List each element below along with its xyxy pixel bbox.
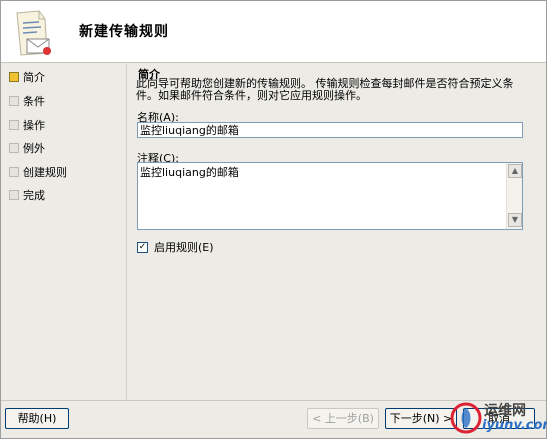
sidebar-item-label: 创建规则 xyxy=(23,166,67,179)
wizard-title: 新建传输规则 xyxy=(79,24,169,40)
sidebar-item-actions[interactable]: 操作 xyxy=(9,117,45,133)
step-marker xyxy=(9,167,19,177)
comment-box: 监控liuqiang的邮箱 ▲ ▼ xyxy=(137,162,523,230)
scroll-down-icon[interactable]: ▼ xyxy=(508,213,522,227)
wizard-steps-sidebar: 简介 条件 操作 例外 创建规则 完成 xyxy=(1,64,127,400)
new-transport-rule-wizard: 新建传输规则 简介 条件 操作 例外 创建规则 完成 简介 此向导可帮助您创建新 xyxy=(0,0,547,439)
site-watermark: 运维网 iyunv.com xyxy=(448,398,547,438)
mail-rule-icon xyxy=(16,10,51,56)
wizard-header: 新建传输规则 xyxy=(1,1,546,63)
sidebar-item-finish[interactable]: 完成 xyxy=(9,187,45,203)
sidebar-item-label: 条件 xyxy=(23,95,45,108)
rule-name-input[interactable] xyxy=(137,122,523,138)
sidebar-item-label: 例外 xyxy=(23,142,45,155)
next-button[interactable]: 下一步(N) > xyxy=(385,408,457,429)
sidebar-item-create-rule[interactable]: 创建规则 xyxy=(9,164,67,180)
enable-rule-row: ✓ 启用规则(E) xyxy=(137,239,214,255)
step-marker xyxy=(9,190,19,200)
watermark-url: iyunv.com xyxy=(482,418,547,433)
enable-rule-checkbox[interactable]: ✓ xyxy=(137,241,148,253)
sidebar-item-exceptions[interactable]: 例外 xyxy=(9,140,45,156)
step-marker xyxy=(9,120,19,130)
watermark-logo-icon xyxy=(450,402,482,434)
intro-description: 此向导可帮助您创建新的传输规则。 传输规则检查每封邮件是否符合预定义条件。如果邮… xyxy=(136,77,514,102)
sidebar-item-label: 简介 xyxy=(23,71,45,84)
wizard-content: 简介 此向导可帮助您创建新的传输规则。 传输规则检查每封邮件是否符合预定义条件。… xyxy=(134,64,524,400)
help-button[interactable]: 帮助(H) xyxy=(5,408,69,429)
step-marker xyxy=(9,96,19,106)
sidebar-item-conditions[interactable]: 条件 xyxy=(9,93,45,109)
step-marker xyxy=(9,143,19,153)
rule-comment-textarea[interactable]: 监控liuqiang的邮箱 xyxy=(138,163,506,229)
scroll-up-icon[interactable]: ▲ xyxy=(508,164,522,178)
watermark-text: 运维网 xyxy=(484,403,526,419)
enable-rule-label[interactable]: 启用规则(E) xyxy=(154,239,214,255)
sidebar-item-intro[interactable]: 简介 xyxy=(9,69,45,85)
comment-scrollbar[interactable]: ▲ ▼ xyxy=(506,163,522,229)
sidebar-item-label: 完成 xyxy=(23,189,45,202)
sidebar-item-label: 操作 xyxy=(23,119,45,132)
back-button[interactable]: < 上一步(B) xyxy=(307,408,379,429)
step-active-marker xyxy=(9,72,19,82)
